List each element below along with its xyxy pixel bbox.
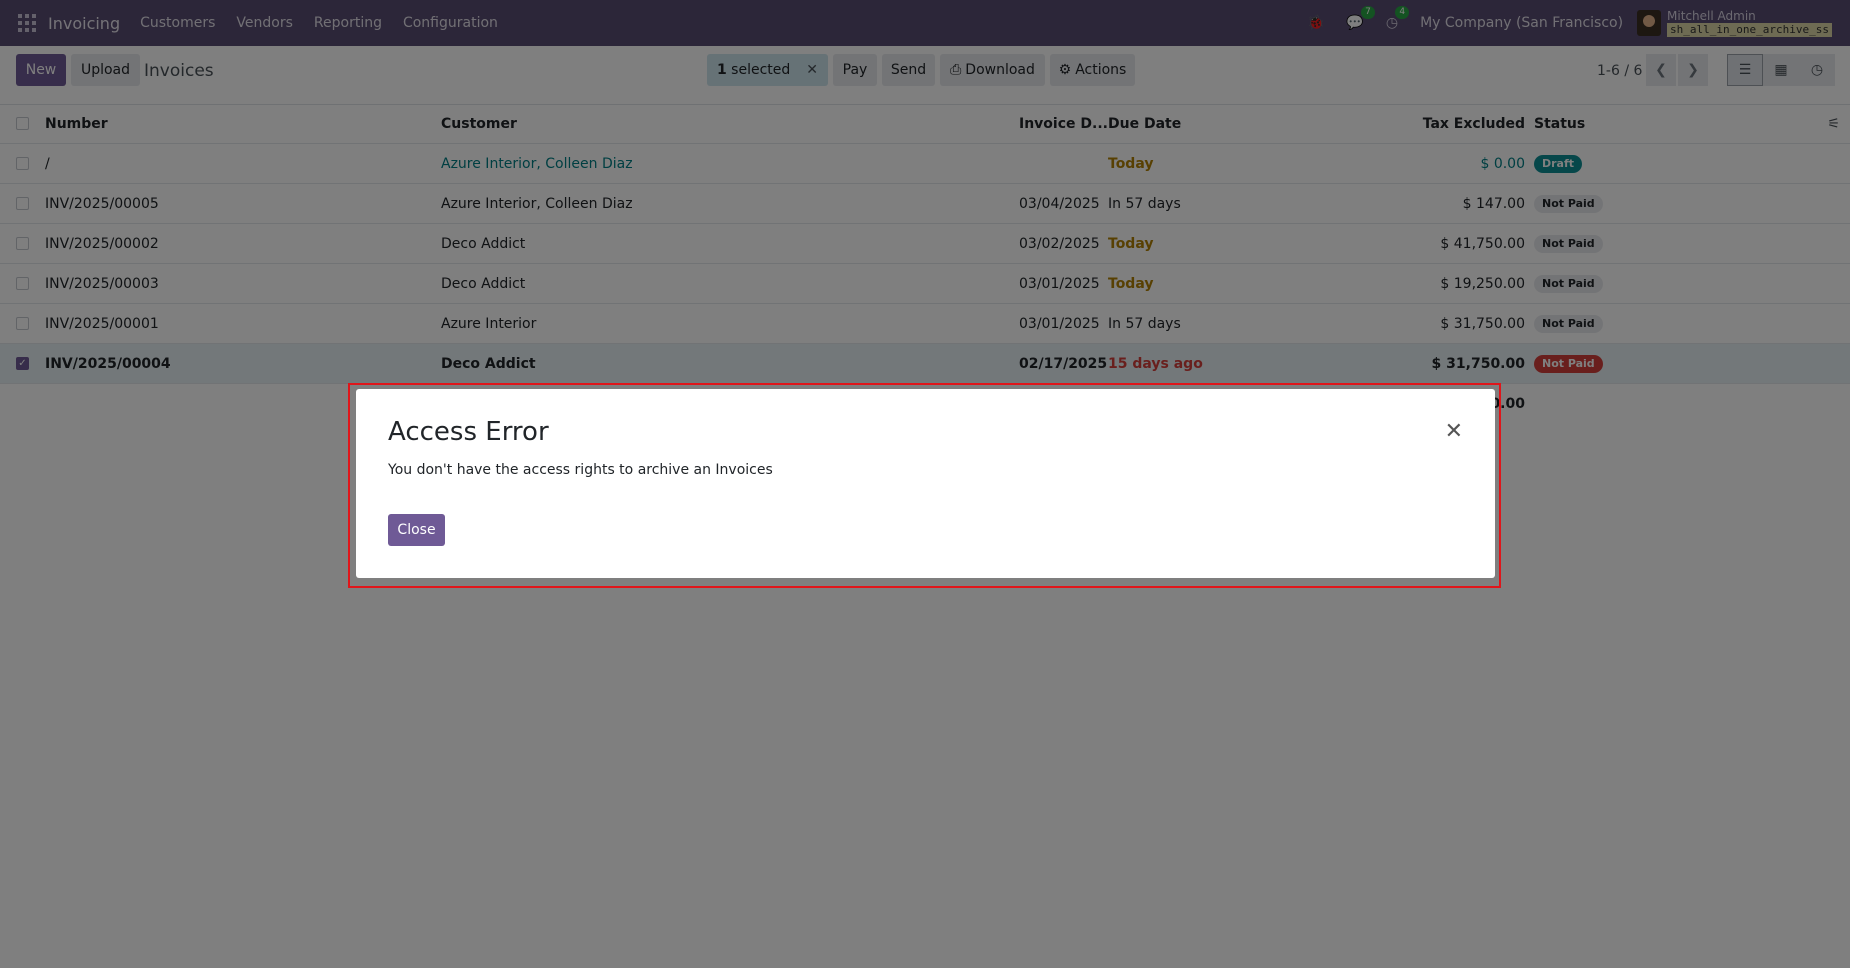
close-icon[interactable]: ✕ xyxy=(1445,419,1463,444)
access-error-dialog: Access Error ✕ You don't have the access… xyxy=(356,389,1495,578)
dialog-title: Access Error xyxy=(388,417,549,447)
close-button[interactable]: Close xyxy=(388,514,445,546)
dialog-message: You don't have the access rights to arch… xyxy=(388,462,773,478)
